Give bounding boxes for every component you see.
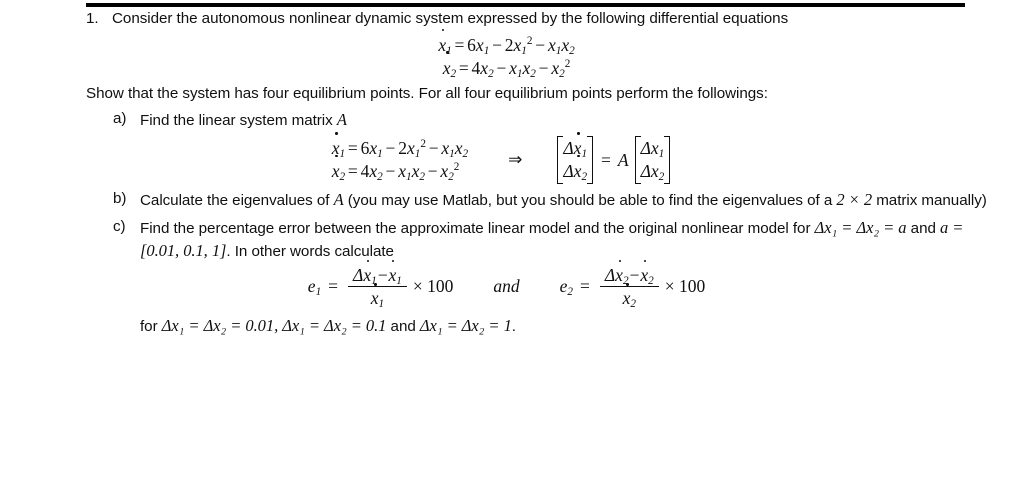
delta-x-vector: Δx1 Δx2 — [634, 136, 671, 184]
part-a-matrix-symbol: A — [336, 110, 347, 130]
e2-denominator: x2 — [622, 283, 636, 311]
e1-multiplier: × 100 — [412, 276, 454, 297]
system-equation-2-repeat: x2 = 4x2− x1x2− x22 — [331, 154, 460, 184]
system-equations-display: x1 = 6x1−2x12− x1x2 x2 = 4x2− x1x2− x22 — [0, 28, 1013, 80]
closing-delta-values: Δx₁ = Δx₂ = 0.01, Δx₁ = Δx₂ = 0.1 — [161, 315, 387, 335]
problem-statement: 1. Consider the autonomous nonlinear dyn… — [86, 9, 992, 30]
part-b: b) Calculate the eigenvalues of A (you m… — [113, 189, 990, 212]
e1-fraction: Δx1−x1 x1 — [348, 259, 407, 311]
part-b-text-post: (you may use Matlab, but you should be a… — [343, 191, 803, 209]
part-c-delta-condition: Δx₁ = Δx₂ = a — [814, 217, 907, 237]
matrix-A-symbol: A — [617, 149, 629, 170]
part-b-line2-pre: of a — [807, 191, 837, 209]
error-formula-e1: e1 = Δx1−x1 x1 × 100 — [307, 259, 454, 311]
part-b-dimension: 2 × 2 — [836, 189, 873, 209]
error-formulas-display: e1 = Δx1−x1 x1 × 100 and e2 = Δx2−x2 x2 — [0, 259, 1013, 311]
closing-pre: for — [140, 317, 162, 335]
e2-fraction: Δx2−x2 x2 — [599, 259, 659, 311]
e1-numerator: Δx1−x1 — [353, 259, 402, 287]
e2-symbol: e2 — [559, 276, 573, 299]
delta-xdot-vector: Δx1 Δx2 — [557, 132, 593, 184]
part-b-matrix-symbol: A — [333, 189, 344, 209]
part-b-marker: b) — [113, 189, 127, 207]
e2-numerator: Δx2−x2 — [604, 259, 654, 287]
instruction-line: Show that the system has four equilibriu… — [86, 85, 768, 103]
system-equation-1: x1 = 6x1−2x12− x1x2 — [438, 28, 575, 58]
system-equation-2: x2 = 4x2− x1x2− x22 — [442, 51, 571, 80]
part-b-text-pre: Calculate the eigenvalues of — [140, 191, 334, 209]
part-c-closing-line: for Δx₁ = Δx₂ = 0.01, Δx₁ = Δx₂ = 0.1 an… — [140, 315, 1013, 338]
delta-x-2: Δx2 — [640, 161, 665, 184]
delta-xdot-2: Δx2 — [563, 154, 588, 184]
e1-symbol: e1 — [307, 276, 322, 299]
part-b-line2-post: matrix manually) — [872, 191, 987, 209]
closing-delta-value-last: Δx₁ = Δx₂ = 1 — [419, 315, 512, 335]
implies-arrow: ⇒ — [508, 150, 523, 170]
linearization-display: x1 = 6x1−2x12− x1x2 x2 = 4x2− x1x2− x22 ⇒ Δx1 Δ… — [0, 132, 1013, 184]
closing-mid: and — [386, 317, 420, 335]
part-c-line1: Find the percentage error between the ap… — [140, 219, 789, 237]
matrix-equation: Δx1 Δx2 = A Δx1 Δx2 — [556, 132, 671, 184]
error-formula-e2: e2 = Δx2−x2 x2 × 100 — [559, 259, 706, 311]
matrix-equals-sign: = — [601, 149, 611, 170]
closing-end: . — [511, 317, 516, 335]
part-a: a) Find the linear system matrix A — [113, 109, 990, 132]
part-a-text: Find the linear system matrix — [140, 112, 337, 130]
e1-equals: = — [328, 276, 339, 297]
e2-equals: = — [580, 276, 590, 297]
delta-xdot-1: Δx1 — [563, 132, 588, 161]
top-horizontal-rule — [86, 3, 965, 7]
document-content: 1. Consider the autonomous nonlinear dyn… — [0, 9, 1013, 338]
nonlinear-system-repeat: x1 = 6x1−2x12− x1x2 x2 = 4x2− x1x2− x22 — [331, 132, 469, 184]
system-equation-1-repeat: x1 = 6x1−2x12− x1x2 — [331, 132, 469, 161]
part-c-line2-pre: for — [792, 219, 815, 237]
part-c: c) Find the percentage error between the… — [113, 217, 990, 263]
part-c-marker: c) — [113, 217, 126, 235]
problem-intro-text: Consider the autonomous nonlinear dynami… — [112, 10, 789, 27]
part-c-line2-mid: and — [906, 219, 941, 237]
document-page: 1. Consider the autonomous nonlinear dyn… — [0, 0, 1013, 501]
part-c-line2-post: . In other words calculate — [226, 242, 394, 260]
problem-number: 1. — [86, 10, 99, 27]
e2-multiplier: × 100 — [664, 276, 706, 297]
formulas-conjunction: and — [493, 276, 520, 297]
delta-x-1: Δx1 — [640, 138, 665, 161]
part-a-marker: a) — [113, 110, 127, 128]
e1-denominator: x1 — [370, 283, 385, 311]
